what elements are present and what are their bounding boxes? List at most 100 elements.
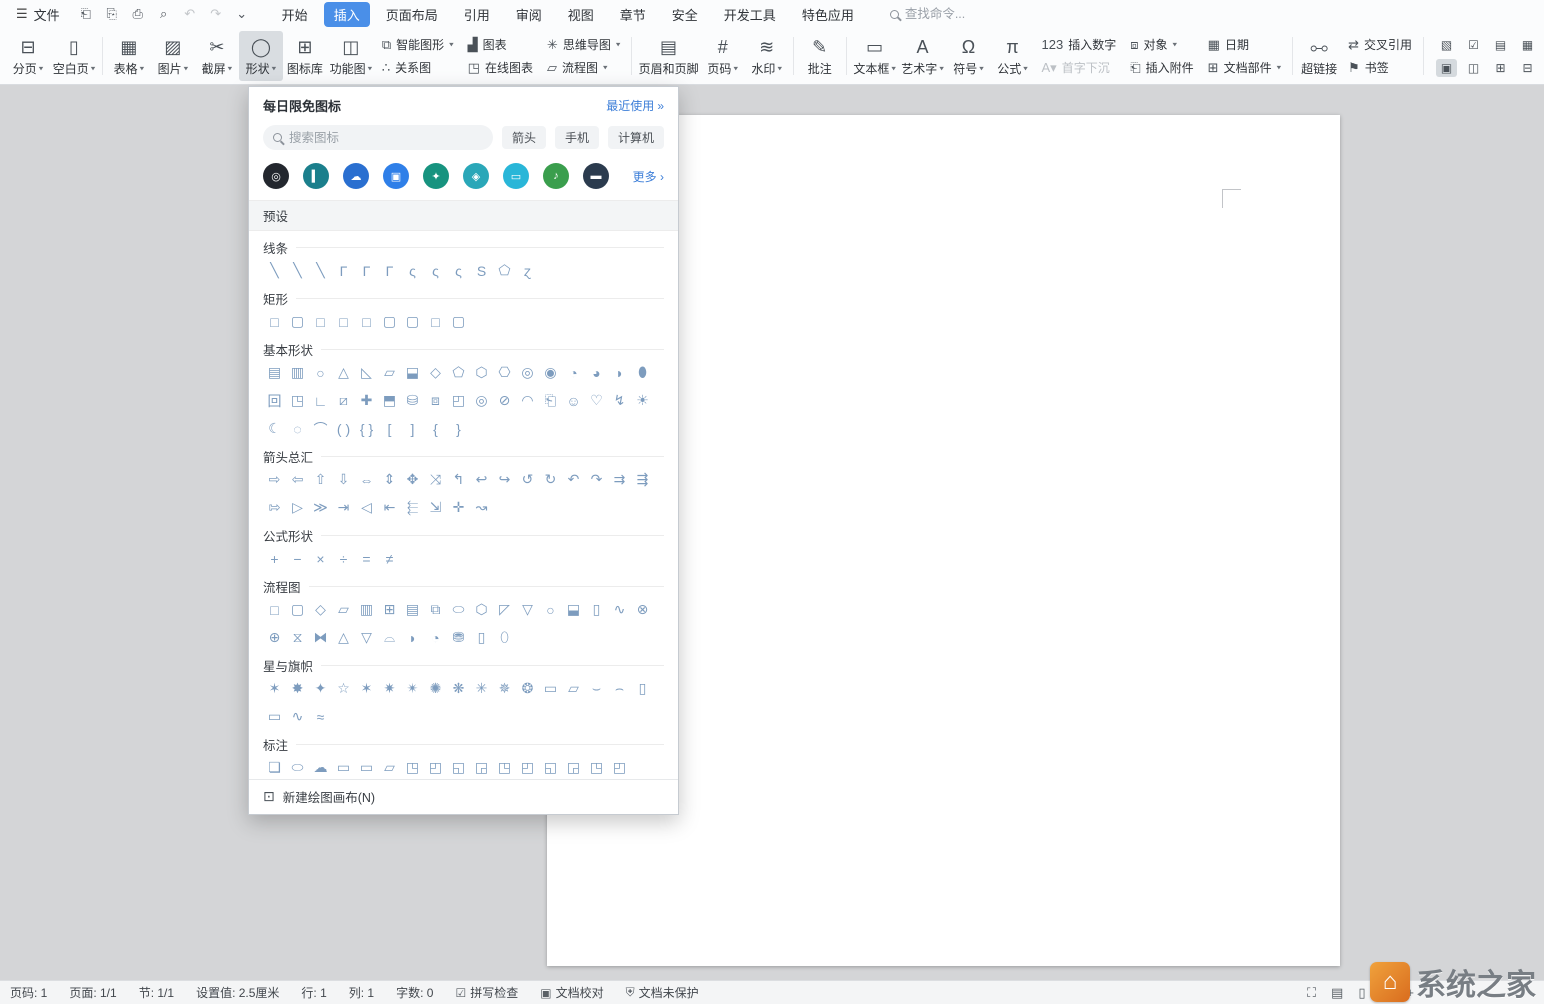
- shape-icon[interactable]: ▢: [447, 310, 470, 333]
- shape-icon[interactable]: ▯: [631, 677, 654, 700]
- shape-icon[interactable]: ⇥: [332, 496, 355, 519]
- menu-tab[interactable]: 页面布局: [376, 2, 448, 27]
- ribbon-button[interactable]: A▾首字下沉: [1042, 59, 1117, 76]
- ribbon-button[interactable]: ⚑书签: [1348, 59, 1412, 76]
- icon-search-input[interactable]: [289, 131, 483, 145]
- shape-icon[interactable]: ↩: [470, 468, 493, 491]
- shape-icon[interactable]: +: [263, 547, 286, 570]
- shape-icon[interactable]: ⬓: [401, 361, 424, 384]
- shape-icon[interactable]: ⬓: [562, 598, 585, 621]
- shape-icon[interactable]: ◌: [286, 417, 309, 440]
- shape-icon[interactable]: ⬭: [286, 756, 309, 779]
- shape-icon[interactable]: ⇰: [263, 496, 286, 519]
- ribbon-button[interactable]: ⊟分页▾: [6, 31, 50, 81]
- icon-tag[interactable]: 箭头: [502, 126, 546, 149]
- ribbon-button[interactable]: ◯形状▾: [239, 31, 283, 81]
- shape-icon[interactable]: ∿: [608, 598, 631, 621]
- shape-icon[interactable]: □: [309, 310, 332, 333]
- shape-icon[interactable]: ⇉: [608, 468, 631, 491]
- shape-icon[interactable]: ◰: [447, 389, 470, 412]
- shape-icon[interactable]: ✥: [401, 468, 424, 491]
- shape-icon[interactable]: ▱: [332, 598, 355, 621]
- shape-icon[interactable]: {: [424, 417, 447, 440]
- daily-app-icon[interactable]: ✦: [423, 163, 449, 189]
- shape-icon[interactable]: ▥: [286, 361, 309, 384]
- shape-icon[interactable]: ⇕: [378, 468, 401, 491]
- shape-icon[interactable]: ▱: [378, 756, 401, 779]
- daily-app-icon[interactable]: ▬: [583, 163, 609, 189]
- shape-icon[interactable]: ⧖: [286, 626, 309, 649]
- shape-icon[interactable]: ☀: [631, 389, 654, 412]
- shape-icon[interactable]: ⤨: [424, 468, 447, 491]
- shape-icon[interactable]: ◔: [562, 361, 585, 384]
- shape-icon[interactable]: ◠: [516, 389, 539, 412]
- ribbon-button[interactable]: ▱流程图▾: [547, 59, 620, 76]
- shape-icon[interactable]: ✶: [355, 677, 378, 700]
- ribbon-button[interactable]: ≋水印▾: [745, 31, 789, 81]
- daily-app-icon[interactable]: ♪: [543, 163, 569, 189]
- shape-icon[interactable]: ◳: [401, 756, 424, 779]
- shape-icon[interactable]: ◲: [470, 756, 493, 779]
- shape-icon[interactable]: S: [470, 259, 493, 282]
- ribbon-button[interactable]: π公式▾: [991, 31, 1035, 81]
- daily-app-icon[interactable]: ▍: [303, 163, 329, 189]
- ribbon-button[interactable]: ⎗插入附件: [1130, 59, 1193, 76]
- ribbon-button[interactable]: ⧈对象▾: [1130, 36, 1193, 53]
- menu-tab[interactable]: 章节: [610, 2, 656, 27]
- shape-icon[interactable]: ✳: [470, 677, 493, 700]
- status-item[interactable]: ▣文档校对: [540, 984, 603, 1001]
- shape-icon[interactable]: ⇤: [378, 496, 401, 519]
- shape-icon[interactable]: ≈: [309, 705, 332, 728]
- status-item[interactable]: 节: 1/1: [139, 984, 174, 1001]
- shape-icon[interactable]: ɀ: [516, 259, 539, 282]
- shape-icon[interactable]: ▤: [263, 361, 286, 384]
- ribbon-button[interactable]: ▤页眉和页脚: [636, 31, 700, 81]
- ribbon-button[interactable]: ✳思维导图▾: [547, 36, 620, 53]
- shape-icon[interactable]: Γ: [355, 259, 378, 282]
- shape-icon[interactable]: Γ: [378, 259, 401, 282]
- shape-icon[interactable]: ∿: [286, 705, 309, 728]
- shape-icon[interactable]: ▤: [401, 598, 424, 621]
- shape-icon[interactable]: ⇶: [631, 468, 654, 491]
- shape-icon[interactable]: ◳: [493, 756, 516, 779]
- shape-icon[interactable]: ◳: [585, 756, 608, 779]
- shape-icon[interactable]: ✴: [401, 677, 424, 700]
- shape-icon[interactable]: ◸: [493, 598, 516, 621]
- shape-icon[interactable]: ⬠: [447, 361, 470, 384]
- insert-frame-icon[interactable]: ⊞: [1490, 59, 1511, 77]
- shape-icon[interactable]: −: [286, 547, 309, 570]
- shape-icon[interactable]: ☆: [332, 677, 355, 700]
- command-search-input[interactable]: [905, 7, 1015, 21]
- menu-tab[interactable]: 插入: [324, 2, 370, 27]
- shape-icon[interactable]: ✺: [424, 677, 447, 700]
- ribbon-button[interactable]: #页码▾: [701, 31, 745, 81]
- ribbon-button[interactable]: ✂截屏▾: [195, 31, 239, 81]
- shape-icon[interactable]: ◇: [309, 598, 332, 621]
- ribbon-button[interactable]: ⊞文档部件▾: [1208, 59, 1281, 76]
- status-item[interactable]: 页码: 1: [10, 984, 47, 1001]
- combo-control-icon[interactable]: ◫: [1463, 59, 1484, 77]
- shape-icon[interactable]: △: [332, 626, 355, 649]
- daily-app-icon[interactable]: ☁: [343, 163, 369, 189]
- shape-icon[interactable]: ☺: [562, 389, 585, 412]
- daily-app-icon[interactable]: ▭: [503, 163, 529, 189]
- shape-icon[interactable]: ✵: [493, 677, 516, 700]
- shape-icon[interactable]: ❋: [447, 677, 470, 700]
- shape-icon[interactable]: ⇨: [263, 468, 286, 491]
- ribbon-button[interactable]: Ω符号▾: [947, 31, 991, 81]
- shape-icon[interactable]: ◱: [539, 756, 562, 779]
- shape-icon[interactable]: ⬱: [401, 496, 424, 519]
- shape-icon[interactable]: ς: [424, 259, 447, 282]
- shape-icon[interactable]: ]: [401, 417, 424, 440]
- shape-icon[interactable]: ○: [539, 598, 562, 621]
- shape-icon[interactable]: ▽: [355, 626, 378, 649]
- shape-icon[interactable]: ⇩: [332, 468, 355, 491]
- new-drawing-canvas-button[interactable]: ⊡ 新建绘图画布(N): [249, 779, 678, 814]
- shape-icon[interactable]: ↷: [585, 468, 608, 491]
- status-item[interactable]: 列: 1: [349, 984, 374, 1001]
- ribbon-button[interactable]: 123插入数字: [1042, 36, 1117, 53]
- text-field-icon[interactable]: ▤: [1490, 36, 1511, 54]
- shape-icon[interactable]: ◕: [585, 361, 608, 384]
- menu-tab[interactable]: 安全: [662, 2, 708, 27]
- icon-search-box[interactable]: [263, 125, 493, 150]
